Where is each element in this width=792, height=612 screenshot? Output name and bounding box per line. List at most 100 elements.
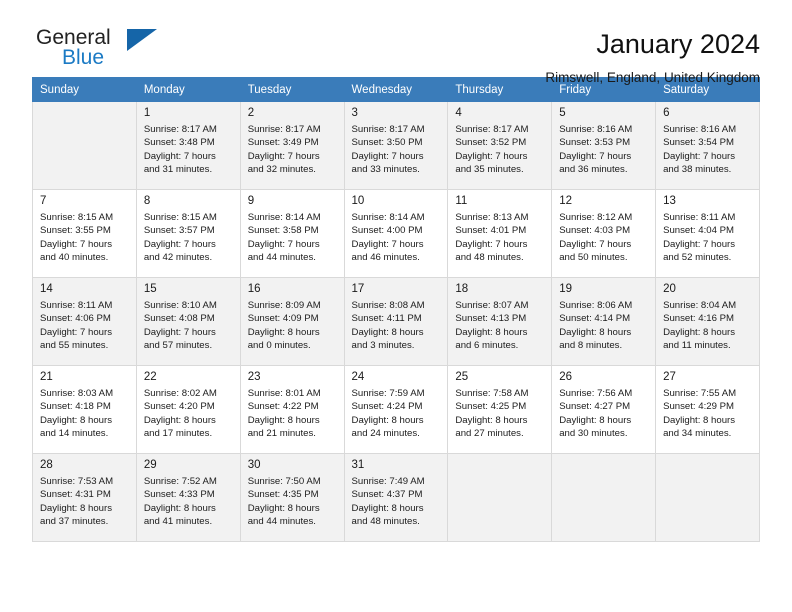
calendar-day-cell[interactable]: 29 Sunrise: 7:52 AM Sunset: 4:33 PM Dayligh… <box>135 453 241 542</box>
sunrise-text: Sunrise: 8:06 AM <box>559 300 633 311</box>
calendar-day-cell[interactable]: 25 Sunrise: 7:58 AM Sunset: 4:25 PM Dayligh… <box>447 365 553 454</box>
day-sun-info: Sunrise: 8:16 AM Sunset: 3:54 PM Daylight:… <box>663 123 753 177</box>
calendar-day-cell[interactable]: 28 Sunrise: 7:53 AM Sunset: 4:31 PM Dayligh… <box>32 453 137 542</box>
day-number: 20 <box>663 283 676 295</box>
day-cell-content: 27 Sunrise: 7:55 AM Sunset: 4:29 PM Dayligh… <box>656 366 759 441</box>
calendar-day-cell[interactable]: 12 Sunrise: 8:12 AM Sunset: 4:03 PM Dayligh… <box>551 189 657 278</box>
day-cell-content: 5 Sunrise: 8:16 AM Sunset: 3:53 PM Daylight… <box>552 102 655 177</box>
calendar-day-cell[interactable]: 27 Sunrise: 7:55 AM Sunset: 4:29 PM Dayligh… <box>655 365 760 454</box>
day-cell-content: 12 Sunrise: 8:12 AM Sunset: 4:03 PM Dayligh… <box>552 190 655 265</box>
calendar-day-cell[interactable]: 8 Sunrise: 8:15 AM Sunset: 3:57 PM Daylight… <box>135 189 241 278</box>
sunrise-text: Sunrise: 8:17 AM <box>247 124 321 135</box>
sunrise-text: Sunrise: 7:55 AM <box>663 388 737 399</box>
day-cell-content: 4 Sunrise: 8:17 AM Sunset: 3:52 PM Daylight… <box>448 102 551 177</box>
day-number: 16 <box>247 283 261 295</box>
sunset-text: Sunset: 4:22 PM <box>247 401 319 413</box>
calendar-day-cell-empty <box>551 453 657 542</box>
daylight-text-line2: and 27 minutes. <box>455 428 524 440</box>
daylight-text-line1: Daylight: 7 hours <box>247 150 320 162</box>
day-number: 3 <box>351 107 358 119</box>
daylight-text-line2: and 31 minutes. <box>143 164 213 176</box>
day-cell-content: 18 Sunrise: 8:07 AM Sunset: 4:13 PM Dayligh… <box>448 278 551 353</box>
day-number: 8 <box>143 195 151 207</box>
day-number: 29 <box>143 459 157 471</box>
day-sun-info: Sunrise: 8:06 AM Sunset: 4:14 PM Daylight:… <box>559 299 649 353</box>
daylight-text-line2: and 32 minutes. <box>247 164 316 176</box>
calendar-day-cell[interactable]: 9 Sunrise: 8:14 AM Sunset: 3:58 PM Daylight… <box>239 189 345 278</box>
day-sun-info: Sunrise: 8:08 AM Sunset: 4:11 PM Daylight:… <box>352 299 442 353</box>
day-cell-content: 30 Sunrise: 7:50 AM Sunset: 4:35 PM Dayligh… <box>241 454 344 529</box>
day-cell-content: 26 Sunrise: 7:56 AM Sunset: 4:27 PM Dayligh… <box>552 366 655 441</box>
daylight-text-line1: Daylight: 7 hours <box>40 238 112 250</box>
calendar-day-cell[interactable]: 23 Sunrise: 8:01 AM Sunset: 4:22 PM Dayligh… <box>239 365 345 454</box>
sunrise-text: Sunrise: 8:03 AM <box>40 388 114 399</box>
day-number: 25 <box>455 371 469 383</box>
daylight-text-line1: Daylight: 7 hours <box>559 150 632 162</box>
sunrise-text: Sunrise: 8:04 AM <box>663 300 737 311</box>
calendar-day-cell[interactable]: 4 Sunrise: 8:17 AM Sunset: 3:52 PM Daylight… <box>447 101 553 190</box>
sunset-text: Sunset: 4:01 PM <box>455 225 527 237</box>
sunset-text: Sunset: 4:04 PM <box>663 225 734 237</box>
calendar-day-cell[interactable]: 20 Sunrise: 8:04 AM Sunset: 4:16 PM Dayligh… <box>655 277 760 366</box>
weekday-header-wednesday: Wednesday <box>343 77 449 102</box>
calendar-day-cell[interactable]: 15 Sunrise: 8:10 AM Sunset: 4:08 PM Dayligh… <box>135 277 241 366</box>
calendar-day-cell[interactable]: 1 Sunrise: 8:17 AM Sunset: 3:48 PM Daylight… <box>135 101 241 190</box>
daylight-text-line2: and 6 minutes. <box>455 340 519 352</box>
calendar-day-cell[interactable]: 22 Sunrise: 8:02 AM Sunset: 4:20 PM Dayligh… <box>135 365 241 454</box>
calendar-day-cell[interactable]: 10 Sunrise: 8:14 AM Sunset: 4:00 PM Dayligh… <box>343 189 449 278</box>
calendar-day-cell[interactable]: 11 Sunrise: 8:13 AM Sunset: 4:01 PM Dayligh… <box>447 189 553 278</box>
daylight-text-line2: and 33 minutes. <box>351 164 420 176</box>
calendar-day-cell[interactable]: 30 Sunrise: 7:50 AM Sunset: 4:35 PM Dayligh… <box>239 453 345 542</box>
calendar-day-cell[interactable]: 16 Sunrise: 8:09 AM Sunset: 4:09 PM Dayligh… <box>239 277 345 366</box>
calendar-day-cell[interactable]: 21 Sunrise: 8:03 AM Sunset: 4:18 PM Dayligh… <box>32 365 137 454</box>
daylight-text-line1: Daylight: 8 hours <box>663 414 736 426</box>
sunset-text: Sunset: 4:24 PM <box>351 401 423 413</box>
calendar-day-cell[interactable]: 17 Sunrise: 8:08 AM Sunset: 4:11 PM Dayligh… <box>343 277 449 366</box>
daylight-text-line2: and 3 minutes. <box>351 340 415 352</box>
calendar-week-row: 28 Sunrise: 7:53 AM Sunset: 4:31 PM Dayligh… <box>32 453 760 542</box>
calendar-day-cell[interactable]: 5 Sunrise: 8:16 AM Sunset: 3:53 PM Daylight… <box>551 101 657 190</box>
calendar-day-cell[interactable]: 26 Sunrise: 7:56 AM Sunset: 4:27 PM Dayligh… <box>551 365 657 454</box>
daylight-text-line2: and 40 minutes. <box>40 252 109 264</box>
calendar-day-cell[interactable]: 19 Sunrise: 8:06 AM Sunset: 4:14 PM Dayligh… <box>551 277 657 366</box>
day-cell-content: 11 Sunrise: 8:13 AM Sunset: 4:01 PM Dayligh… <box>448 190 551 265</box>
calendar-day-cell[interactable]: 7 Sunrise: 8:15 AM Sunset: 3:55 PM Daylight… <box>32 189 137 278</box>
day-cell-content: 28 Sunrise: 7:53 AM Sunset: 4:31 PM Dayligh… <box>33 454 136 529</box>
day-sun-info: Sunrise: 8:17 AM Sunset: 3:52 PM Daylight:… <box>455 123 545 177</box>
calendar-day-cell[interactable]: 13 Sunrise: 8:11 AM Sunset: 4:04 PM Dayligh… <box>655 189 760 278</box>
day-sun-info: Sunrise: 8:15 AM Sunset: 3:55 PM Daylight:… <box>40 211 130 265</box>
sunrise-text: Sunrise: 8:01 AM <box>247 388 321 399</box>
day-cell-content: 10 Sunrise: 8:14 AM Sunset: 4:00 PM Dayligh… <box>345 190 448 265</box>
day-cell-content: 3 Sunrise: 8:17 AM Sunset: 3:50 PM Daylight… <box>345 102 448 177</box>
sunrise-text: Sunrise: 8:13 AM <box>455 212 529 223</box>
calendar-day-cell[interactable]: 31 Sunrise: 7:49 AM Sunset: 4:37 PM Dayligh… <box>343 453 449 542</box>
sunset-text: Sunset: 4:25 PM <box>455 401 527 413</box>
day-sun-info: Sunrise: 8:03 AM Sunset: 4:18 PM Daylight:… <box>40 387 130 441</box>
day-cell-content: 9 Sunrise: 8:14 AM Sunset: 3:58 PM Daylight… <box>241 190 344 265</box>
daylight-text-line1: Daylight: 8 hours <box>351 502 424 514</box>
sunrise-text: Sunrise: 7:52 AM <box>143 476 217 487</box>
sunrise-text: Sunrise: 8:17 AM <box>143 124 217 135</box>
daylight-text-line1: Daylight: 7 hours <box>455 150 528 162</box>
sunset-text: Sunset: 3:49 PM <box>247 137 319 149</box>
daylight-text-line1: Daylight: 7 hours <box>351 150 424 162</box>
daylight-text-line1: Daylight: 8 hours <box>143 502 216 514</box>
day-number: 14 <box>40 283 53 295</box>
sunset-text: Sunset: 3:57 PM <box>143 225 215 237</box>
day-cell-content: 13 Sunrise: 8:11 AM Sunset: 4:04 PM Dayligh… <box>656 190 759 265</box>
calendar-day-cell[interactable]: 2 Sunrise: 8:17 AM Sunset: 3:49 PM Daylight… <box>239 101 345 190</box>
day-sun-info: Sunrise: 8:17 AM Sunset: 3:50 PM Daylight:… <box>352 123 442 177</box>
daylight-text-line1: Daylight: 8 hours <box>247 326 320 338</box>
sunset-text: Sunset: 3:54 PM <box>663 137 734 149</box>
calendar-day-cell[interactable]: 14 Sunrise: 8:11 AM Sunset: 4:06 PM Dayligh… <box>32 277 137 366</box>
sunrise-text: Sunrise: 8:02 AM <box>143 388 217 399</box>
calendar-day-cell[interactable]: 24 Sunrise: 7:59 AM Sunset: 4:24 PM Dayligh… <box>343 365 449 454</box>
calendar-day-cell[interactable]: 6 Sunrise: 8:16 AM Sunset: 3:54 PM Daylight… <box>655 101 760 190</box>
day-number: 18 <box>455 283 469 295</box>
daylight-text-line2: and 38 minutes. <box>663 164 732 176</box>
daylight-text-line2: and 52 minutes. <box>663 252 732 264</box>
calendar-day-cell[interactable]: 3 Sunrise: 8:17 AM Sunset: 3:50 PM Daylight… <box>343 101 449 190</box>
day-cell-content: 24 Sunrise: 7:59 AM Sunset: 4:24 PM Dayligh… <box>345 366 448 441</box>
calendar-week-row: 1 Sunrise: 8:17 AM Sunset: 3:48 PM Daylight… <box>32 101 760 190</box>
calendar-day-cell[interactable]: 18 Sunrise: 8:07 AM Sunset: 4:13 PM Dayligh… <box>447 277 553 366</box>
